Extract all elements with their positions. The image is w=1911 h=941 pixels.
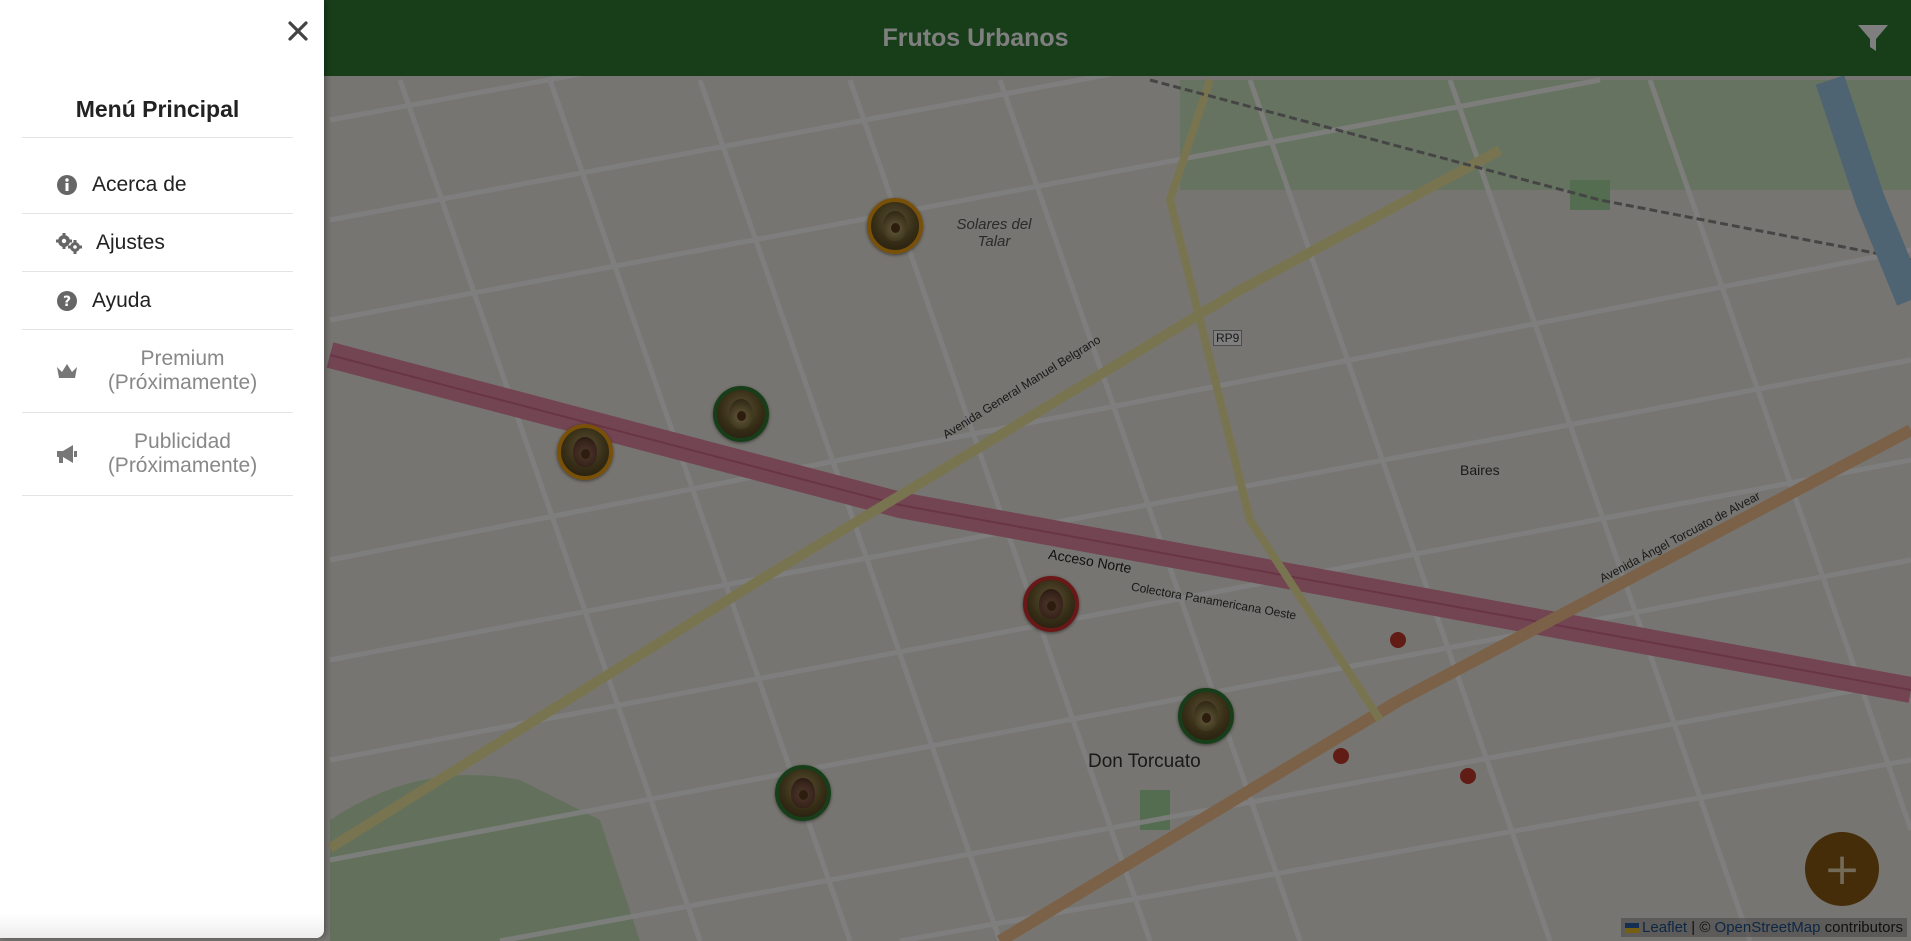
menu-item-label: Acerca de [92,172,187,196]
svg-text:?: ? [63,294,71,310]
menu-item-premium: Premium (Próximamente) [22,330,293,413]
menu-title: Menú Principal [22,96,293,138]
menu-item-label: Ajustes [96,230,165,254]
menu-item-advertising: Publicidad (Próximamente) [22,413,293,496]
menu-item-settings[interactable]: Ajustes [22,214,293,272]
menu-item-about[interactable]: Acerca de [22,156,293,214]
gears-icon [54,232,84,254]
menu-item-help[interactable]: ? Ayuda [22,272,293,330]
menu-list: Acerca de Ajustes ? Ayuda Premium (Próxim… [22,156,293,496]
help-icon: ? [54,290,80,312]
menu-item-label: Ayuda [92,288,152,312]
menu-item-label: Premium (Próximamente) [92,347,293,395]
menu-item-label-line2: (Próximamente) [107,371,258,394]
menu-item-label-line2: (Próximamente) [107,454,258,477]
menu-item-label-line1: Premium [140,347,225,370]
crown-icon [54,361,80,381]
close-menu-button[interactable] [283,16,313,46]
close-icon [288,21,308,41]
side-menu: Menú Principal Acerca de Ajustes ? Ayuda… [0,0,324,938]
megaphone-icon [54,443,80,465]
info-icon [54,174,80,196]
menu-bottom-shadow [0,914,324,938]
menu-item-label: Publicidad (Próximamente) [92,430,293,478]
menu-item-label-line1: Publicidad [134,430,231,453]
